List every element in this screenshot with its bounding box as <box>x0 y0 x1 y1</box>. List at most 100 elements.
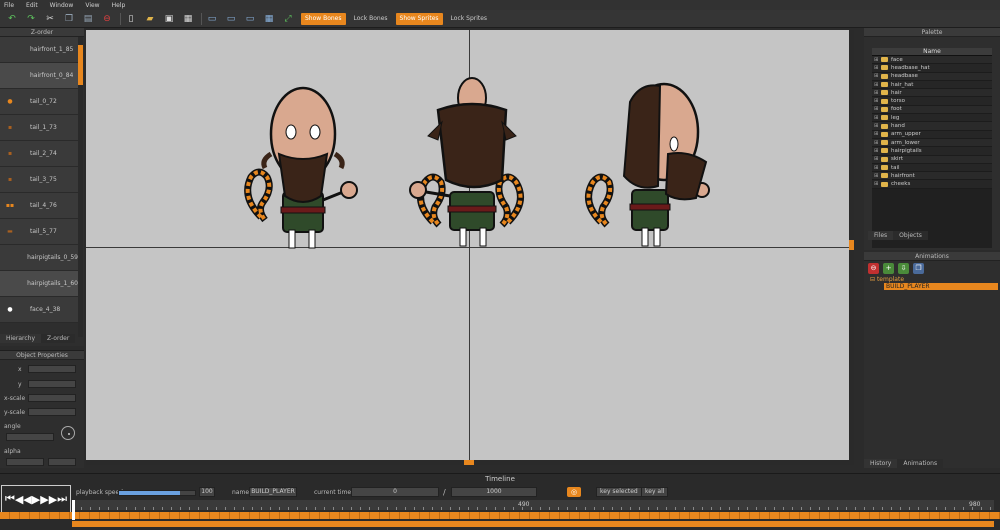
show-bones-button[interactable]: Show Bones <box>301 12 346 25</box>
expand-icon[interactable]: ⊞ <box>874 82 880 88</box>
y-scale-field[interactable] <box>28 408 76 416</box>
add-animation-icon[interactable]: + <box>883 262 894 274</box>
expand-icon[interactable]: ⊞ <box>874 173 880 179</box>
zorder-item[interactable]: hairpigtails_1_60 <box>0 271 78 297</box>
export-icon[interactable]: ▦ <box>182 13 194 25</box>
delete-animation-icon[interactable]: ⊖ <box>868 262 879 274</box>
scene-canvas[interactable] <box>86 30 854 465</box>
open-folder-icon[interactable]: ▰ <box>144 13 156 25</box>
tab-objects[interactable]: Objects <box>893 231 928 240</box>
duplicate-animation-icon[interactable]: ❐ <box>913 262 924 274</box>
cut-icon[interactable]: ✂ <box>44 13 56 25</box>
tab-animations[interactable]: Animations <box>897 459 944 468</box>
tree-child[interactable]: BUILD_PLAYER <box>884 283 998 290</box>
expand-icon[interactable]: ⊞ <box>874 165 880 171</box>
menu-edit[interactable]: Edit <box>26 2 38 9</box>
character-side-sprite[interactable] <box>576 72 726 252</box>
zorder-item[interactable]: ▪ tail_1_73 <box>0 115 78 141</box>
palette-item[interactable]: ⊞ hair_hat <box>872 80 992 90</box>
key-selected-button[interactable]: key selected <box>596 487 642 497</box>
tab-hierarchy[interactable]: Hierarchy <box>0 334 42 343</box>
playhead[interactable] <box>72 500 75 520</box>
layout-icon[interactable]: ▭ <box>244 13 256 25</box>
zorder-item[interactable]: hairfront_0_84 <box>0 63 78 89</box>
palette-item[interactable]: ⊞ arm_upper <box>872 130 992 139</box>
animation-name-field[interactable]: BUILD_PLAYER <box>249 487 297 497</box>
expand-icon[interactable]: ⊞ <box>874 57 880 63</box>
tab-history[interactable]: History <box>864 459 898 468</box>
expand-icon[interactable]: ⊞ <box>874 123 880 129</box>
palette-item[interactable]: ⊞ torso <box>872 97 992 106</box>
palette-item[interactable]: ⊞ hairpigtails <box>872 147 992 156</box>
timeline-ruler[interactable]: 490 980 <box>72 500 994 510</box>
redo-icon[interactable]: ↷ <box>25 13 37 25</box>
palette-item[interactable]: ⊞ headbase_hat <box>872 64 992 73</box>
menu-file[interactable]: File <box>4 2 14 9</box>
expand-icon[interactable]: ⊞ <box>874 73 880 79</box>
zorder-item[interactable]: hairpigtails_0_59 <box>0 245 78 271</box>
alpha-field[interactable] <box>6 458 44 466</box>
expand-icon[interactable]: ⊞ <box>874 131 880 137</box>
menu-view[interactable]: View <box>85 2 99 9</box>
paste-icon[interactable]: ▤ <box>82 13 94 25</box>
x-scale-field[interactable] <box>28 394 76 402</box>
playback-speed-slider[interactable] <box>118 490 196 496</box>
total-time-field[interactable]: 1000 <box>451 487 537 497</box>
angle-field[interactable] <box>6 433 54 441</box>
rewind-icon[interactable]: ⏮ <box>5 492 15 506</box>
palette-item[interactable]: ⊞ hair <box>872 89 992 98</box>
palette-item[interactable]: ⊞ headbase <box>872 72 992 81</box>
fit-view-icon[interactable]: ⤢ <box>282 13 294 25</box>
current-time-field[interactable]: 0 <box>351 487 439 497</box>
palette-item[interactable]: ⊞ foot <box>872 105 992 115</box>
zorder-item[interactable]: hairfront_1_85 <box>0 37 78 63</box>
zorder-item[interactable]: ▪ tail_3_75 <box>0 167 78 193</box>
palette-column-header[interactable]: Name <box>872 48 992 56</box>
zorder-scrollbar[interactable] <box>78 37 83 337</box>
zorder-item[interactable]: ● face_4_38 <box>0 297 78 323</box>
new-file-icon[interactable]: ▯ <box>125 13 137 25</box>
x-field[interactable] <box>28 365 76 373</box>
palette-item[interactable]: ⊞ hand <box>872 122 992 131</box>
undo-icon[interactable]: ↶ <box>6 13 18 25</box>
palette-item[interactable]: ⊞ leg <box>872 114 992 123</box>
step-forward-icon[interactable]: ▶▶ <box>40 493 57 506</box>
y-field[interactable] <box>28 380 76 388</box>
tab-zorder[interactable]: Z-order <box>41 334 76 343</box>
step-back-icon[interactable]: ◀◀ <box>15 493 32 506</box>
menu-window[interactable]: Window <box>50 2 74 9</box>
canvas-vertical-scrollbar[interactable] <box>849 30 854 465</box>
canvas-vscroll-thumb[interactable] <box>849 240 854 250</box>
key-all-button[interactable]: key all <box>641 487 669 497</box>
show-sprites-button[interactable]: Show Sprites <box>395 12 443 25</box>
save-icon[interactable]: ▣ <box>163 13 175 25</box>
expand-icon[interactable]: ⊞ <box>874 90 880 96</box>
palette-item[interactable]: ⊞ hairfront <box>872 172 992 181</box>
palette-item[interactable]: ⊞ arm_lower <box>872 138 992 148</box>
lock-sprites-button[interactable]: Lock Sprites <box>447 13 492 25</box>
character-front-sprite[interactable] <box>231 82 371 252</box>
zorder-item[interactable]: ▬ tail_5_77 <box>0 219 78 245</box>
menu-help[interactable]: Help <box>112 2 126 9</box>
copy-icon[interactable]: ❐ <box>63 13 75 25</box>
zorder-item[interactable]: ▪▪ tail_4_76 <box>0 193 78 219</box>
timeline-scrollbar[interactable] <box>72 521 994 527</box>
character-back-sprite[interactable] <box>398 72 548 252</box>
palette-item[interactable]: ⊞ skirt <box>872 155 992 164</box>
alpha-slider[interactable] <box>48 458 76 466</box>
tab-files[interactable]: Files <box>868 231 894 240</box>
monitor-icon[interactable]: ▭ <box>225 13 237 25</box>
zorder-item[interactable]: ▪ tail_2_74 <box>0 141 78 167</box>
canvas-horizontal-scrollbar[interactable] <box>86 460 854 465</box>
expand-icon[interactable]: ⊞ <box>874 156 880 162</box>
expand-icon[interactable]: ⊞ <box>874 106 880 112</box>
grid-icon[interactable]: ▦ <box>263 13 275 25</box>
palette-item[interactable]: ⊞ tail <box>872 163 992 173</box>
zorder-scroll-thumb[interactable] <box>78 45 83 85</box>
playback-speed-field[interactable]: 100 <box>199 487 215 497</box>
lock-bones-button[interactable]: Lock Bones <box>350 13 392 25</box>
expand-icon[interactable]: ⊞ <box>874 115 880 121</box>
canvas-hscroll-thumb[interactable] <box>464 460 474 465</box>
expand-icon[interactable]: ⊞ <box>874 148 880 154</box>
delete-icon[interactable]: ⊖ <box>101 13 113 25</box>
